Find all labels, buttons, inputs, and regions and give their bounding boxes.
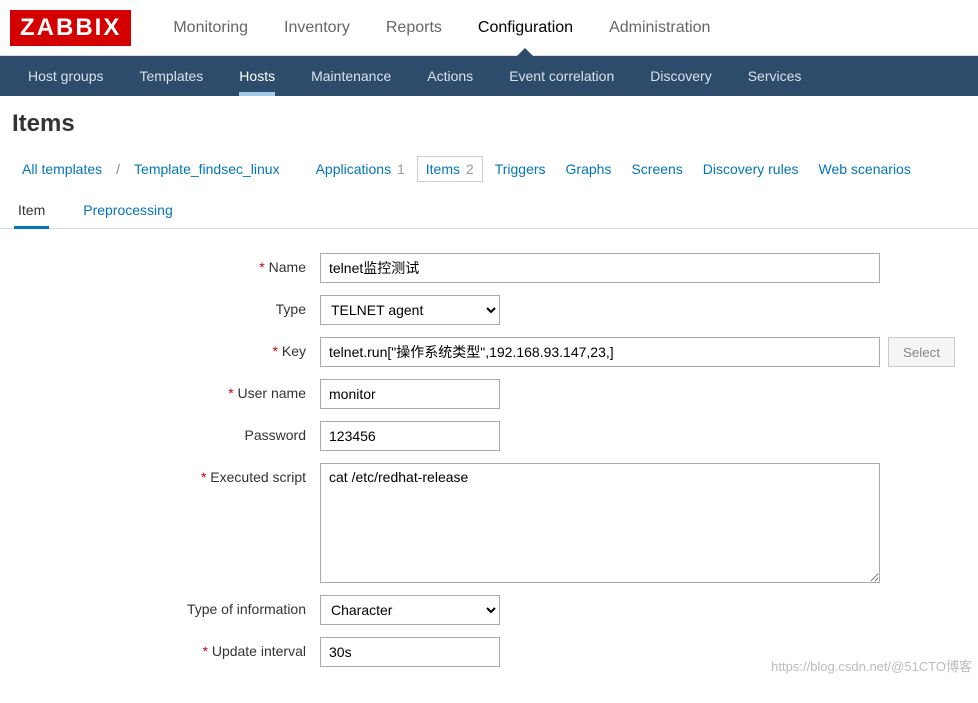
subnav-hostgroups[interactable]: Host groups	[10, 56, 121, 96]
crumb-screens[interactable]: Screens	[623, 157, 690, 181]
subnav-actions[interactable]: Actions	[409, 56, 491, 96]
label-typeofinfo: Type of information	[0, 595, 320, 617]
label-name: Name	[0, 253, 320, 275]
type-select[interactable]: TELNET agent	[320, 295, 500, 325]
subnav-discovery[interactable]: Discovery	[632, 56, 729, 96]
label-username: User name	[0, 379, 320, 401]
breadcrumb-sep: /	[114, 161, 122, 177]
subnav-templates[interactable]: Templates	[121, 56, 221, 96]
crumb-template[interactable]: Template_findsec_linux	[126, 157, 288, 181]
crumb-web-scenarios[interactable]: Web scenarios	[811, 157, 919, 181]
subnav-services[interactable]: Services	[730, 56, 820, 96]
nav-monitoring[interactable]: Monitoring	[155, 0, 266, 55]
page-title: Items	[0, 96, 978, 146]
username-input[interactable]	[320, 379, 500, 409]
subnav-maintenance[interactable]: Maintenance	[293, 56, 409, 96]
name-input[interactable]	[320, 253, 880, 283]
label-updint: Update interval	[0, 637, 320, 659]
label-password: Password	[0, 421, 320, 443]
label-key: Key	[0, 337, 320, 359]
crumb-discovery-rules[interactable]: Discovery rules	[695, 157, 807, 181]
nav-inventory[interactable]: Inventory	[266, 0, 368, 55]
tabs: Item Preprocessing	[0, 192, 978, 229]
logo: ZABBIX	[10, 10, 131, 46]
password-input[interactable]	[320, 421, 500, 451]
subnav: Host groups Templates Hosts Maintenance …	[0, 56, 978, 96]
subnav-eventcorr[interactable]: Event correlation	[491, 56, 632, 96]
label-type: Type	[0, 295, 320, 317]
crumb-items[interactable]: Items 2	[417, 156, 483, 182]
tab-preprocessing[interactable]: Preprocessing	[79, 192, 177, 228]
subnav-hosts[interactable]: Hosts	[221, 56, 293, 96]
crumb-all-templates[interactable]: All templates	[14, 157, 110, 181]
main-nav: Monitoring Inventory Reports Configurati…	[155, 0, 728, 55]
nav-reports[interactable]: Reports	[368, 0, 460, 55]
tab-item[interactable]: Item	[14, 192, 49, 228]
typeofinfo-select[interactable]: Character	[320, 595, 500, 625]
nav-administration[interactable]: Administration	[591, 0, 728, 55]
crumb-applications[interactable]: Applications 1	[308, 157, 413, 181]
crumb-graphs[interactable]: Graphs	[558, 157, 620, 181]
form: Name Type TELNET agent Key Select User n…	[0, 229, 978, 703]
crumb-triggers[interactable]: Triggers	[487, 157, 554, 181]
key-input[interactable]	[320, 337, 880, 367]
topbar: ZABBIX Monitoring Inventory Reports Conf…	[0, 0, 978, 56]
breadcrumb: All templates / Template_findsec_linux A…	[0, 146, 978, 192]
script-textarea[interactable]: cat /etc/redhat-release	[320, 463, 880, 583]
updint-input[interactable]	[320, 637, 500, 667]
nav-configuration[interactable]: Configuration	[460, 0, 591, 55]
select-button[interactable]: Select	[888, 337, 955, 367]
label-script: Executed script	[0, 463, 320, 485]
